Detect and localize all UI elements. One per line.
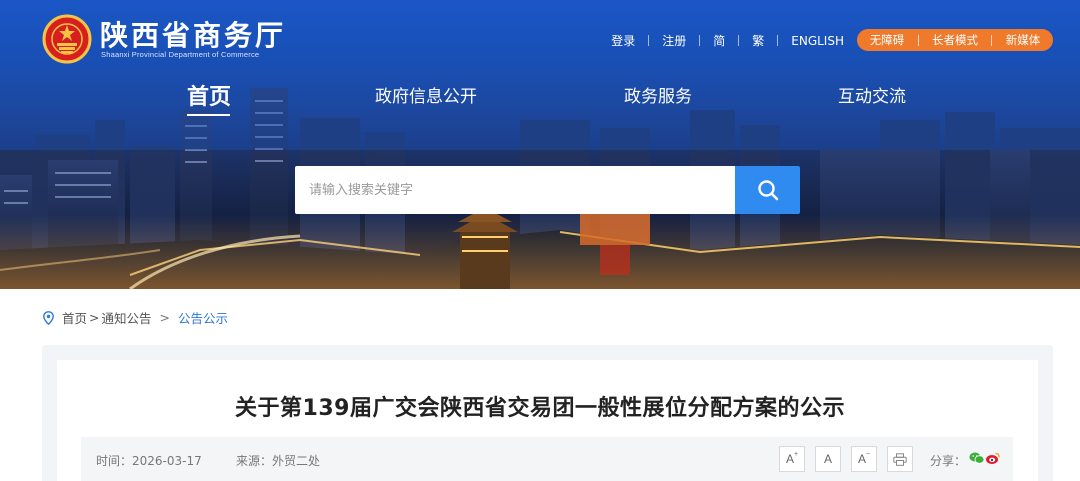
active-nav-underline: [187, 114, 230, 116]
site-subtitle: Shaanxi Provincial Department of Commerc…: [101, 50, 260, 59]
login-link[interactable]: 登录: [611, 32, 635, 49]
location-pin-icon: [43, 310, 54, 325]
wechat-icon[interactable]: [969, 451, 985, 465]
nav-item-home[interactable]: 首页: [187, 79, 231, 111]
font-decrease-label: A: [857, 452, 866, 466]
divider: [777, 35, 779, 46]
font-increase-button[interactable]: A +: [779, 446, 805, 472]
search-box: [295, 166, 800, 214]
accessibility-bar: 无障碍 长者模式 新媒体: [857, 29, 1053, 51]
site-title: 陕西省商务厅: [100, 19, 287, 52]
breadcrumb-home[interactable]: 首页: [62, 308, 87, 327]
national-emblem-icon: [42, 14, 92, 64]
breadcrumb-separator: >: [159, 310, 170, 325]
font-decrease-button[interactable]: A −: [851, 446, 877, 472]
plus-icon: +: [793, 450, 799, 458]
printer-icon: [893, 452, 907, 466]
share-label: 分享：: [930, 454, 967, 468]
register-link[interactable]: 注册: [662, 32, 686, 49]
search-icon: [757, 180, 778, 201]
new-media-link[interactable]: 新媒体: [1006, 32, 1041, 48]
english-link[interactable]: ENGLISH: [791, 34, 844, 48]
font-normal-button[interactable]: A: [815, 446, 841, 472]
divider: [699, 35, 701, 46]
breadcrumb-notices[interactable]: 通知公告: [102, 308, 152, 327]
article-source: 来源：外贸二处: [236, 454, 321, 468]
article-title: 关于第139届广交会陕西省交易团一般性展位分配方案的公示: [235, 396, 845, 421]
divider: [917, 34, 919, 46]
nav-item-gov-services[interactable]: 政务服务: [624, 82, 692, 107]
nav-item-gov-info[interactable]: 政府信息公开: [375, 82, 477, 107]
breadcrumb: 首页 > 通知公告 > 公告公示: [43, 308, 228, 327]
accessibility-link[interactable]: 无障碍: [870, 32, 905, 48]
elder-mode-link[interactable]: 长者模式: [932, 32, 978, 48]
print-button[interactable]: [887, 446, 913, 472]
main-nav: 首页 政府信息公开 政务服务 互动交流: [0, 82, 1080, 122]
nav-item-interaction[interactable]: 互动交流: [838, 82, 906, 107]
font-increase-label: A: [785, 452, 794, 466]
breadcrumb-separator: >: [89, 310, 100, 325]
divider: [738, 35, 740, 46]
top-links: 登录 注册 简 繁 ENGLISH: [611, 32, 844, 49]
minus-icon: −: [865, 450, 871, 458]
weibo-icon[interactable]: [985, 451, 1001, 465]
traditional-chinese-link[interactable]: 繁: [752, 32, 764, 49]
search-button[interactable]: [735, 166, 800, 214]
divider: [991, 34, 993, 46]
search-input[interactable]: [295, 166, 735, 214]
simplified-chinese-link[interactable]: 简: [713, 32, 725, 49]
font-normal-label: A: [823, 452, 832, 466]
publish-time: 时间：2026-03-17: [96, 454, 202, 468]
breadcrumb-current[interactable]: 公告公示: [178, 308, 228, 327]
header-banner: 陕西省商务厅 Shaanxi Provincial Department of …: [0, 0, 1080, 289]
divider: [648, 35, 650, 46]
